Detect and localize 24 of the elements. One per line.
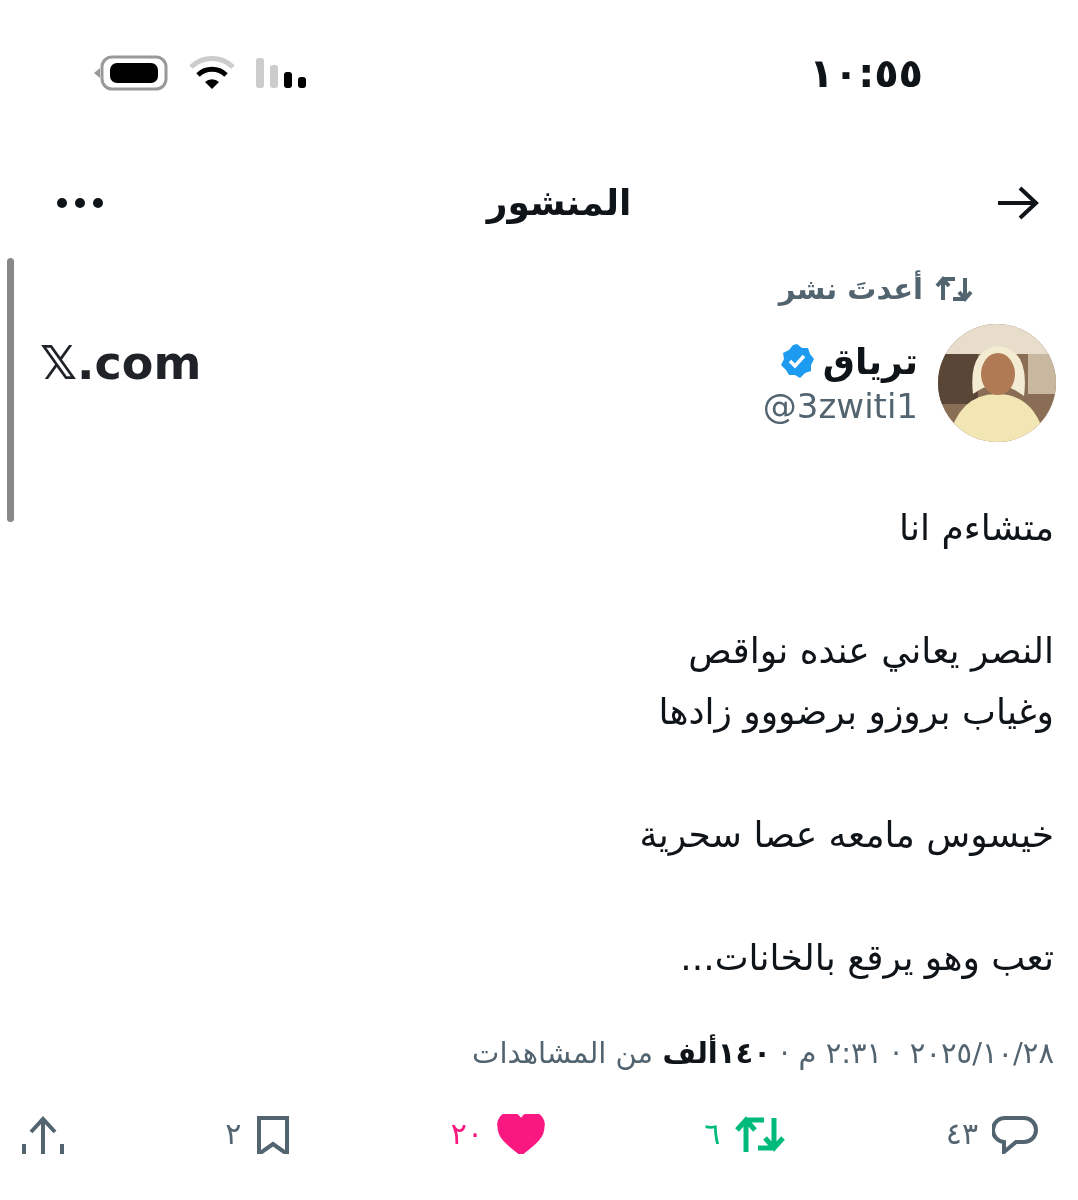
page-title: المنشور [486, 182, 632, 223]
status-time: ١٠:٥٥ [809, 49, 923, 96]
repost-icon [935, 274, 973, 304]
bookmark-button[interactable]: ٢ [225, 1114, 292, 1154]
tweet-text: تعب وهو يرقع بالخانات... [679, 936, 1054, 981]
author-name[interactable]: ترياق [822, 340, 918, 382]
tweet-meta: ٢٠٢٥/١٠/٢٨ · ٢:٣١ م · ١٤٠ألف من المشاهدات [471, 1033, 1055, 1070]
reply-icon [992, 1114, 1038, 1154]
repost-label: أعدتَ نشر [778, 272, 923, 306]
reply-button[interactable]: ٤٣ [945, 1114, 1038, 1154]
tweet-text: النصر يعاني عنده نواقص وغياب بروزو برضووو زادها [657, 629, 1054, 735]
tweet-text: خيسوس مامعه عصا سحرية [638, 813, 1054, 858]
repost-icon [734, 1114, 787, 1154]
share-icon [20, 1114, 67, 1154]
more-icon [56, 196, 104, 209]
source-link[interactable]: 𝕏.com [40, 336, 202, 430]
scroll-bar[interactable] [7, 258, 14, 522]
wifi-icon [188, 54, 236, 91]
share-button[interactable] [20, 1114, 67, 1154]
like-button[interactable]: ٢٠ [450, 1114, 545, 1154]
bookmark-icon [255, 1114, 292, 1154]
tweet-text: متشاءم انا [898, 506, 1054, 551]
author-handle[interactable]: @3zwiti1 [762, 385, 918, 426]
heart-icon [497, 1114, 545, 1154]
